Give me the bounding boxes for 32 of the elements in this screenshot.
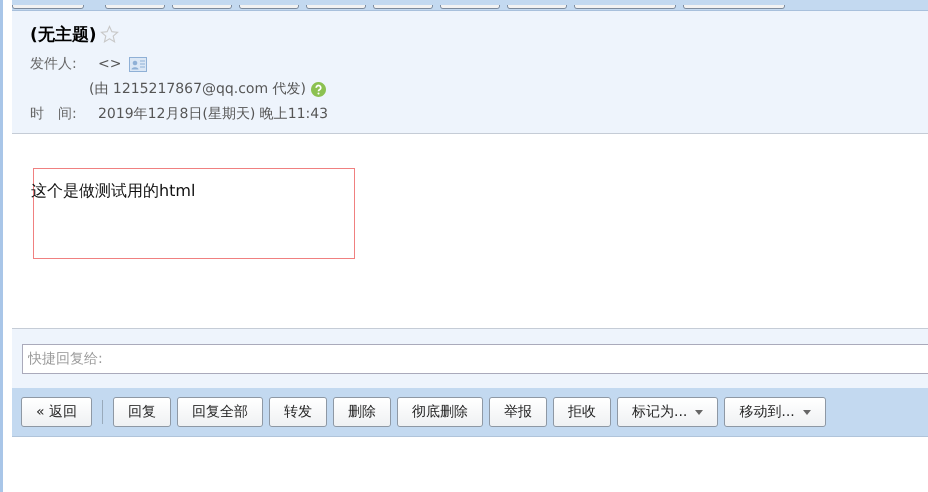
toolbar-button[interactable] bbox=[440, 5, 500, 9]
toolbar-button[interactable] bbox=[683, 5, 785, 9]
sent-time: 2019年12月8日(星期天) 晚上11:43 bbox=[98, 105, 328, 123]
toolbar-button[interactable]: « 返回 bbox=[21, 397, 92, 427]
toolbar-button[interactable]: 举报 bbox=[489, 397, 548, 427]
sender-address: <> bbox=[98, 56, 122, 72]
dropdown-button[interactable]: 移动到... bbox=[724, 397, 826, 427]
toolbar-button[interactable] bbox=[507, 5, 567, 9]
toolbar-button[interactable]: 回复 bbox=[113, 397, 172, 427]
toolbar-button[interactable] bbox=[306, 5, 366, 9]
caret-icon bbox=[802, 410, 811, 414]
toolbar-button[interactable]: 回复全部 bbox=[177, 397, 264, 427]
dropdown-button[interactable]: 标记为... bbox=[617, 397, 718, 427]
toolbar-button[interactable]: 拒收 bbox=[553, 397, 612, 427]
toolbar-button[interactable] bbox=[172, 5, 232, 9]
toolbar-button[interactable] bbox=[574, 5, 676, 9]
sender-label: 发件人: bbox=[30, 55, 78, 73]
help-icon[interactable] bbox=[311, 82, 326, 96]
toolbar-button[interactable]: 删除 bbox=[333, 397, 392, 427]
time-label: 时 间: bbox=[30, 105, 78, 123]
contact-card-icon[interactable] bbox=[129, 56, 148, 72]
on-behalf-note: (由 1215217867@qq.com 代发) bbox=[89, 80, 306, 98]
caret-icon bbox=[695, 410, 704, 414]
toolbar-button[interactable] bbox=[105, 5, 165, 9]
toolbar-button[interactable] bbox=[239, 5, 299, 9]
message-text: 这个是做测试用的html bbox=[31, 181, 196, 200]
toolbar-button[interactable]: 彻底删除 bbox=[397, 397, 484, 427]
email-subject: (无主题) bbox=[30, 24, 97, 46]
star-icon[interactable] bbox=[100, 25, 119, 44]
toolbar-button[interactable]: 转发 bbox=[269, 397, 328, 427]
toolbar-button[interactable] bbox=[373, 5, 433, 9]
toolbar-button[interactable] bbox=[12, 5, 84, 9]
